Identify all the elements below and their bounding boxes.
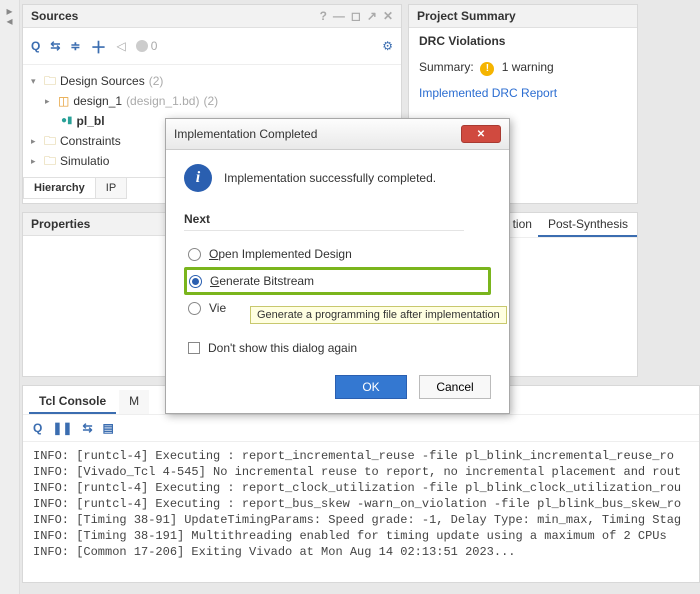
caret-right-icon[interactable]: ▸ (31, 151, 40, 171)
caret-right-icon[interactable]: ▸ (45, 91, 54, 111)
label: pl_bl (77, 111, 105, 131)
tcl-console-panel: Tcl Console M Q ❚❚ ⇆ ▤ INFO: [runtcl-4] … (22, 385, 700, 583)
warning-text: 1 warning (502, 60, 554, 74)
dialog-message: Implementation successfully completed. (224, 171, 436, 185)
radio-label: Open Implemented Design (209, 247, 352, 261)
module-icon: ●▮ (61, 111, 73, 131)
console-line: INFO: [Timing 38-91] UpdateTimingParams:… (33, 512, 689, 528)
label: Simulatio (60, 151, 109, 171)
search-icon[interactable]: Q (31, 39, 40, 53)
dialog-title: Implementation Completed (174, 127, 317, 141)
console-line: INFO: [runtcl-4] Executing : report_bus_… (33, 496, 689, 512)
search-icon[interactable]: Q (33, 421, 42, 435)
dont-show-checkbox-row[interactable]: Don't show this dialog again (184, 341, 491, 355)
checkbox[interactable] (188, 342, 200, 354)
radio-icon[interactable] (188, 248, 201, 261)
properties-title: Properties (31, 217, 90, 231)
tree-icon[interactable]: ▤ (103, 421, 114, 435)
tab-ip[interactable]: IP (95, 178, 127, 199)
folder-icon: 🗀 (44, 151, 56, 171)
ok-button[interactable]: OK (335, 375, 407, 399)
console-output: INFO: [runtcl-4] Executing : report_incr… (23, 442, 699, 566)
tab-tcl-console[interactable]: Tcl Console (29, 390, 116, 414)
label: Design Sources (60, 71, 145, 91)
drc-report-link[interactable]: Implemented DRC Report (419, 86, 557, 100)
summary-label: Summary: (419, 60, 474, 74)
label: Constraints (60, 131, 121, 151)
tab-messages[interactable]: M (119, 390, 149, 414)
add-icon[interactable]: ＋ (90, 34, 106, 58)
maximize-icon[interactable]: ◻ (351, 9, 361, 23)
sort-icon[interactable]: ≑ (70, 39, 80, 53)
expand-icon[interactable]: ⇆ (82, 421, 92, 435)
count: (2) (149, 71, 164, 91)
bullet-grey-icon (136, 40, 148, 52)
console-line: INFO: [Vivado_Tcl 4-545] No incremental … (33, 464, 689, 480)
info-icon: i (184, 164, 212, 192)
tree-design-sources[interactable]: ▾ 🗀 Design Sources (2) (31, 71, 393, 91)
caret-right-icon[interactable]: ▸ (31, 131, 40, 151)
tooltip-generate-bitstream: Generate a programming file after implem… (250, 306, 507, 324)
console-line: INFO: [runtcl-4] Executing : report_incr… (33, 448, 689, 464)
tab-post-synthesis[interactable]: Post-Synthesis (538, 213, 638, 237)
radio-icon[interactable] (189, 275, 202, 288)
tab-hierarchy[interactable]: Hierarchy (23, 178, 96, 199)
tree-design-1[interactable]: ▸ ◫ design_1 (design_1.bd) (2) (31, 91, 393, 111)
implementation-completed-dialog: Implementation Completed ✕ i Implementat… (165, 118, 510, 414)
bd-icon: ◫ (58, 91, 69, 111)
next-heading: Next (184, 208, 464, 231)
expand-arrows-icon[interactable]: ▸◂ (0, 6, 19, 26)
warning-icon: ! (480, 62, 494, 76)
help-icon[interactable]: ? (320, 9, 327, 23)
prev-icon[interactable]: ◁ (116, 39, 125, 53)
project-summary-title: Project Summary (417, 9, 516, 23)
radio-label: Generate Bitstream (210, 274, 314, 288)
file: (design_1.bd) (126, 91, 199, 111)
console-line: INFO: [Common 17-206] Exiting Vivado at … (33, 544, 689, 560)
caret-down-icon[interactable]: ▾ (31, 71, 40, 91)
radio-label: Vie (209, 301, 226, 315)
util-tion-label: tion (507, 213, 538, 237)
label: design_1 (73, 91, 122, 111)
folder-icon: 🗀 (44, 131, 56, 151)
radio-generate-bitstream[interactable]: Generate Bitstream (184, 267, 491, 295)
checkbox-label: Don't show this dialog again (208, 341, 357, 355)
collapsed-side-strip[interactable]: ▸◂ (0, 0, 20, 594)
folder-icon: 🗀 (44, 71, 56, 91)
minimize-icon[interactable]: — (333, 9, 345, 23)
restore-icon[interactable]: ↗ (367, 9, 377, 23)
dialog-close-button[interactable]: ✕ (461, 125, 501, 143)
drc-violations-heading: DRC Violations (409, 28, 637, 54)
console-line: INFO: [runtcl-4] Executing : report_cloc… (33, 480, 689, 496)
bullet-count: 0 (151, 39, 158, 53)
radio-icon[interactable] (188, 302, 201, 315)
sources-title: Sources (31, 9, 78, 23)
gear-icon[interactable]: ⚙ (382, 39, 393, 53)
console-line: INFO: [Timing 38-191] Multithreading ena… (33, 528, 689, 544)
pause-icon[interactable]: ❚❚ (52, 421, 72, 435)
radio-open-implemented-design[interactable]: Open Implemented Design (184, 241, 491, 267)
close-icon[interactable]: ✕ (383, 9, 393, 23)
count: (2) (203, 91, 218, 111)
cancel-button[interactable]: Cancel (419, 375, 491, 399)
collapse-icon[interactable]: ⇆ (50, 39, 60, 53)
